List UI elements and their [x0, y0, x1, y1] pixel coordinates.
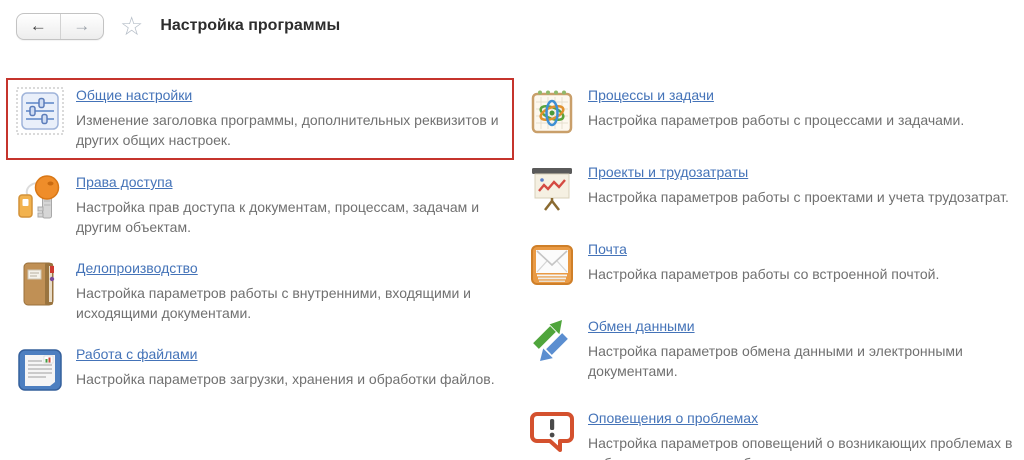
settings-description: Изменение заголовка программы, дополните… [76, 110, 502, 150]
settings-item-content: Общие настройки Изменение заголовка прог… [76, 87, 502, 150]
flipchart-icon [528, 164, 576, 212]
settings-description: Настройка прав доступа к документам, про… [76, 197, 502, 237]
sliders-icon [16, 87, 64, 135]
file-document-icon [16, 346, 64, 394]
link-access-rights[interactable]: Права доступа [76, 174, 172, 190]
alert-bubble-icon [528, 410, 576, 458]
link-data-exchange[interactable]: Обмен данными [588, 318, 695, 334]
link-projects[interactable]: Проекты и трудозатраты [588, 164, 748, 180]
settings-item-content: Почта Настройка параметров работы со вст… [588, 241, 939, 289]
link-mail[interactable]: Почта [588, 241, 627, 257]
forward-button[interactable]: → [61, 14, 104, 39]
link-recordkeeping[interactable]: Делопроизводство [76, 260, 198, 276]
notepad-processes-icon [528, 87, 576, 135]
back-arrow-icon: ← [30, 16, 47, 36]
settings-item-access-rights: Права доступа Настройка прав доступа к д… [16, 174, 514, 237]
mail-icon [528, 241, 576, 289]
settings-item-content: Процессы и задачи Настройка параметров р… [588, 87, 964, 135]
settings-grid: Общие настройки Изменение заголовка прог… [0, 40, 1024, 460]
settings-description: Настройка параметров работы с проектами … [588, 187, 1009, 207]
settings-description: Настройка параметров работы с процессами… [588, 110, 964, 130]
settings-description: Настройка параметров обмена данными и эл… [588, 341, 1014, 381]
forward-arrow-icon: → [73, 16, 90, 36]
settings-item-recordkeeping: Делопроизводство Настройка параметров ра… [16, 260, 514, 323]
page-title: Настройка программы [160, 17, 340, 35]
settings-item-files: Работа с файлами Настройка параметров за… [16, 346, 514, 394]
link-processes-tasks[interactable]: Процессы и задачи [588, 87, 714, 103]
settings-description: Настройка параметров загрузки, хранения … [76, 369, 495, 389]
settings-item-content: Оповещения о проблемах Настройка парамет… [588, 410, 1014, 460]
key-icon [16, 174, 64, 222]
settings-item-content: Права доступа Настройка прав доступа к д… [76, 174, 502, 237]
header: ← → ☆ Настройка программы [0, 0, 1024, 40]
settings-item-problem-alerts: Оповещения о проблемах Настройка парамет… [528, 410, 1024, 460]
settings-item-content: Делопроизводство Настройка параметров ра… [76, 260, 502, 323]
settings-item-general highlight-annotation: Общие настройки Изменение заголовка прог… [6, 78, 514, 160]
settings-item-mail: Почта Настройка параметров работы со вст… [528, 241, 1024, 289]
settings-description: Настройка параметров работы со встроенно… [588, 264, 939, 284]
settings-item-content: Работа с файлами Настройка параметров за… [76, 346, 495, 394]
nav-button-group: ← → [16, 13, 104, 40]
settings-description: Настройка параметров оповещений о возник… [588, 433, 1014, 460]
back-button[interactable]: ← [17, 14, 61, 39]
exchange-arrows-icon [528, 318, 576, 366]
settings-item-content: Обмен данными Настройка параметров обмен… [588, 318, 1014, 381]
settings-column-left: Общие настройки Изменение заголовка прог… [16, 87, 514, 460]
link-problem-alerts[interactable]: Оповещения о проблемах [588, 410, 758, 426]
link-files[interactable]: Работа с файлами [76, 346, 198, 362]
book-icon [16, 260, 64, 308]
settings-description: Настройка параметров работы с внутренним… [76, 283, 502, 323]
link-general-settings[interactable]: Общие настройки [76, 87, 192, 103]
settings-item-projects: Проекты и трудозатраты Настройка парамет… [528, 164, 1024, 212]
settings-column-right: Процессы и задачи Настройка параметров р… [528, 87, 1024, 460]
settings-item-content: Проекты и трудозатраты Настройка парамет… [588, 164, 1009, 212]
favorite-star-icon[interactable]: ☆ [120, 13, 143, 39]
settings-item-data-exchange: Обмен данными Настройка параметров обмен… [528, 318, 1024, 381]
settings-item-processes: Процессы и задачи Настройка параметров р… [528, 87, 1024, 135]
